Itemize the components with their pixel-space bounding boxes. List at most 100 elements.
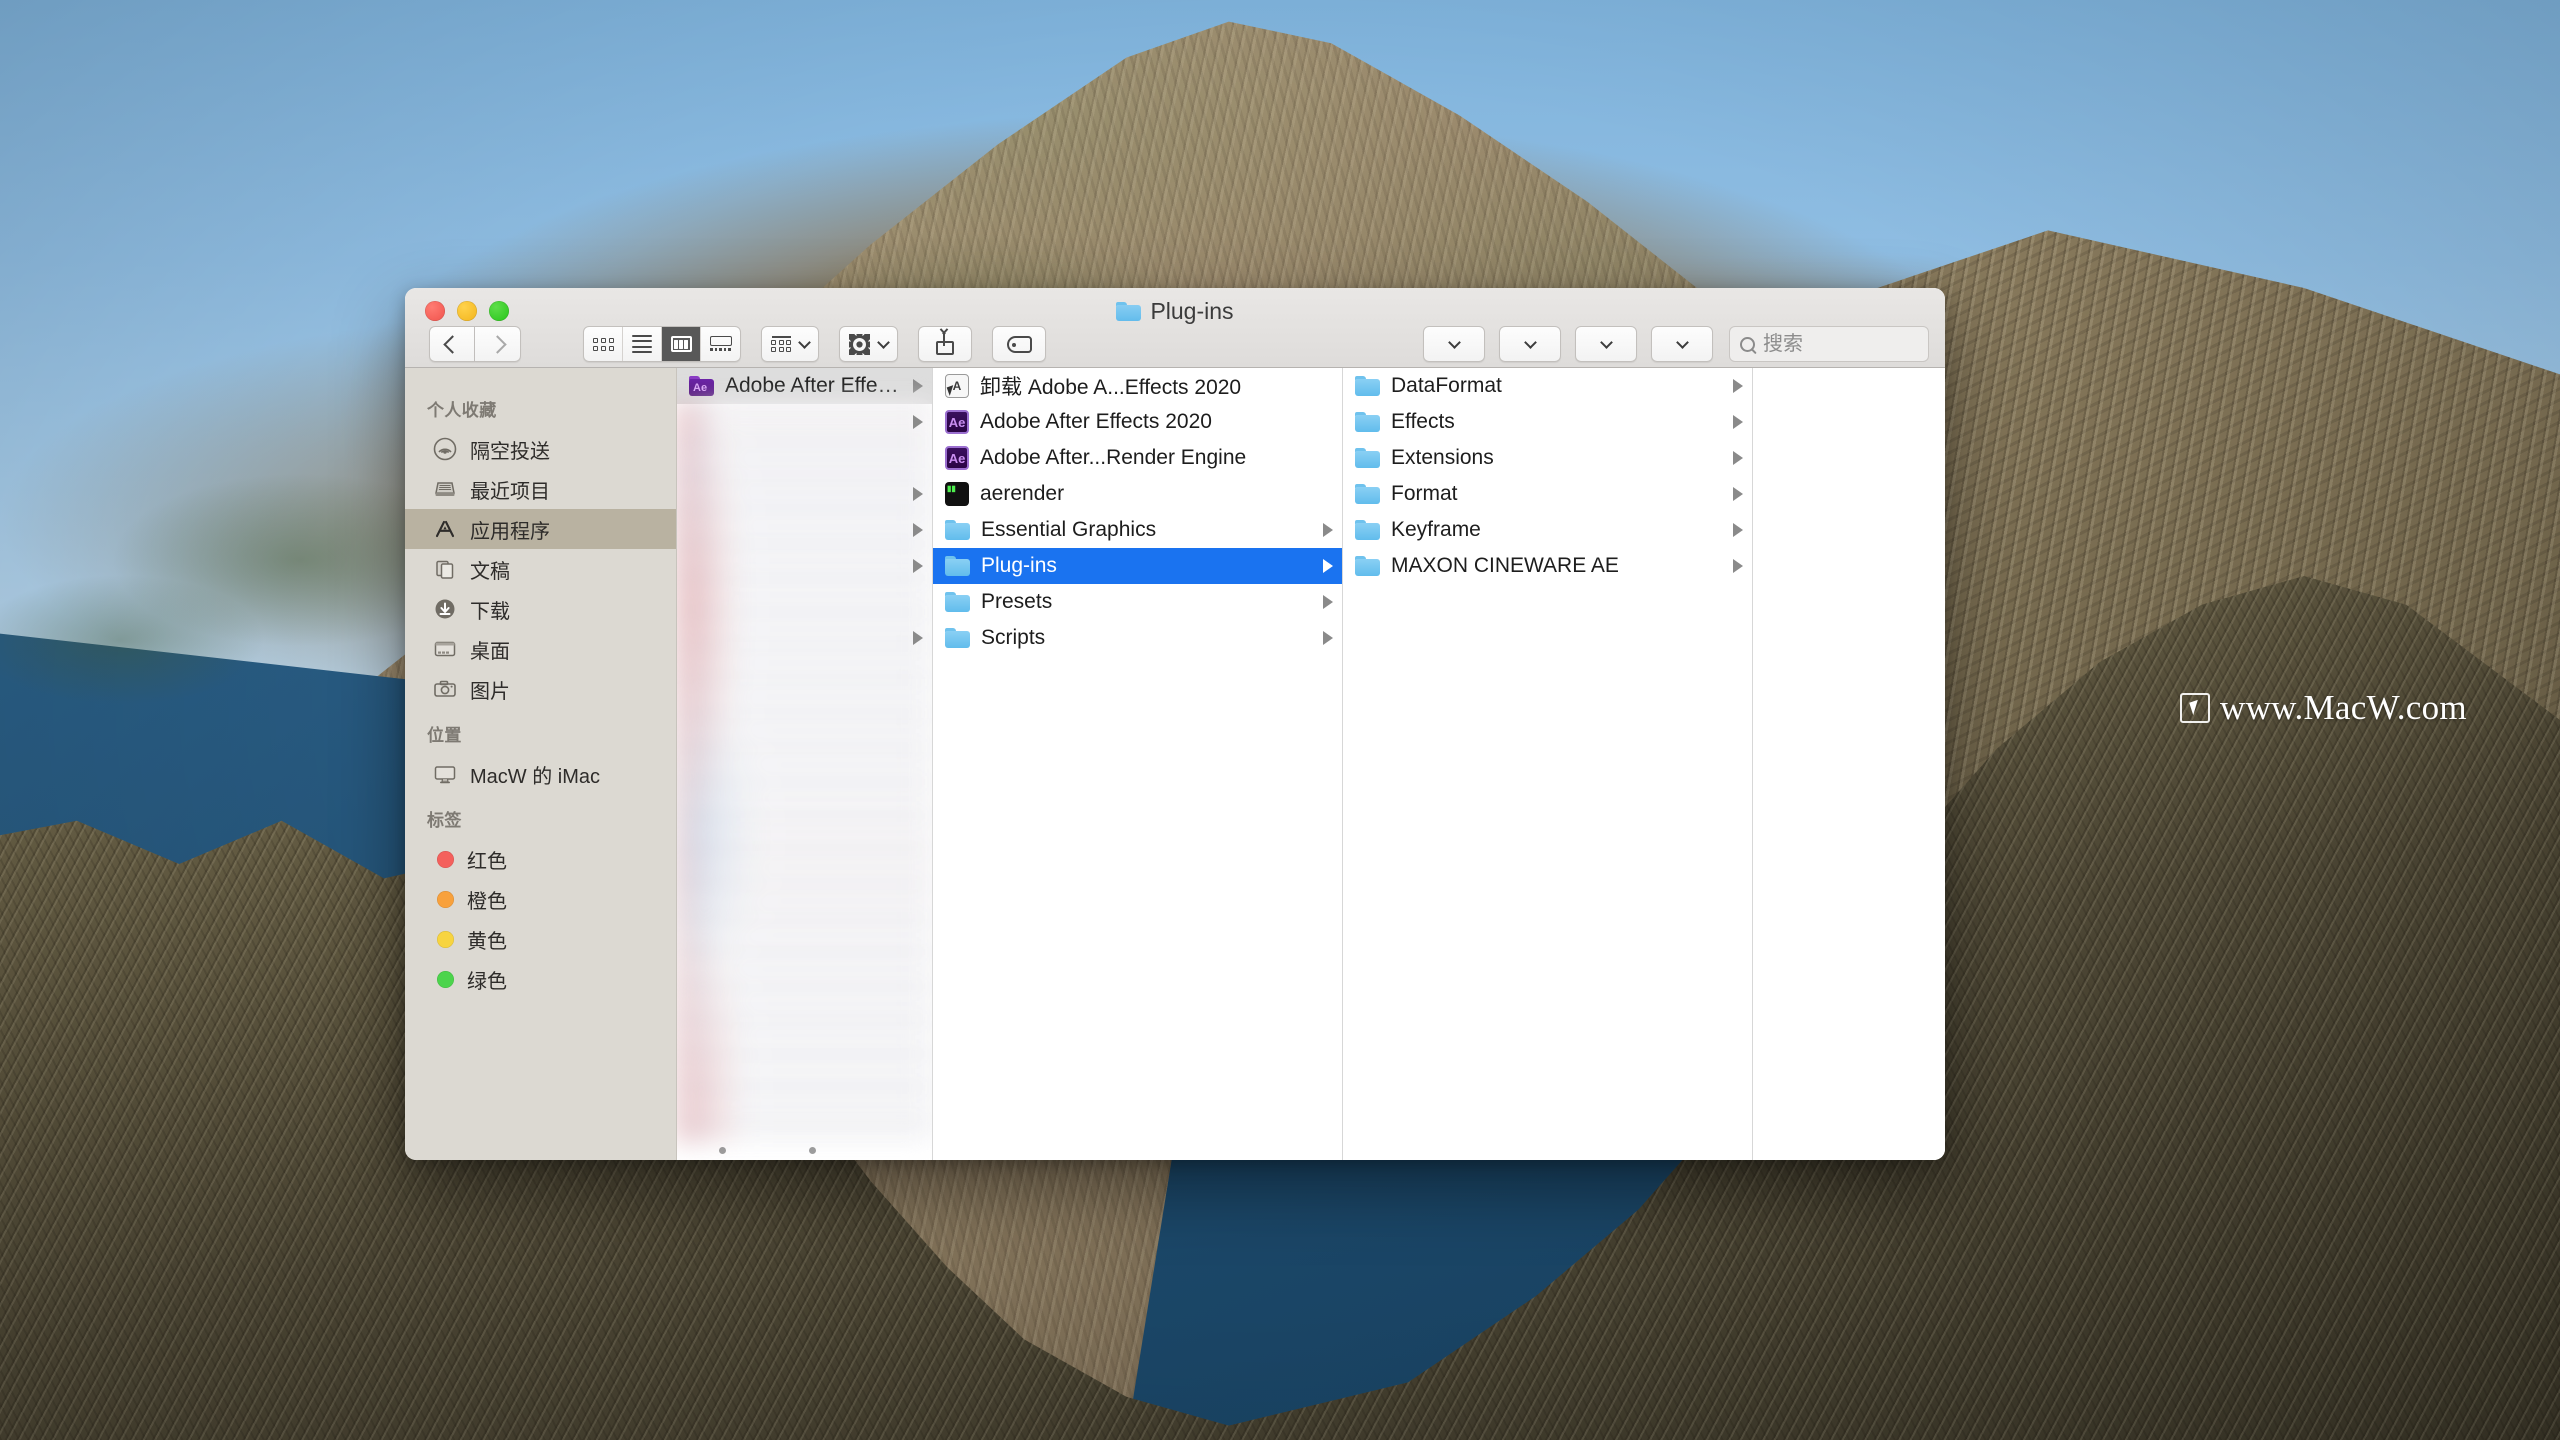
navigation-buttons[interactable] [429, 326, 521, 362]
item-label: DataFormat [1391, 374, 1502, 397]
ae-app-icon: Ae [945, 446, 969, 470]
window-title-text: Plug-ins [1150, 298, 1234, 324]
chevron-right-icon [488, 334, 507, 354]
applications-icon [433, 517, 457, 541]
uninstaller-icon: A [945, 374, 969, 398]
share-button[interactable] [918, 326, 972, 362]
window-body: 个人收藏 隔空投送 最近项目 应用程序 文稿 下载 桌面 图片 位置 MacW … [405, 368, 1945, 1160]
list-item[interactable]: A 卸载 Adobe A...Effects 2020 [933, 368, 1342, 404]
tags-button[interactable] [992, 326, 1046, 362]
toolbar-dropdown-4[interactable] [1651, 326, 1713, 362]
chevron-down-icon [1599, 335, 1613, 349]
folder-icon [1116, 302, 1142, 321]
finder-window[interactable]: Plug-ins 搜索 个人收藏 隔空投送 最近项目 应用程序 文稿 下载 桌面… [405, 288, 1945, 1160]
search-input[interactable] [1763, 332, 1918, 356]
item-label: Effects [1391, 410, 1455, 433]
column-applications[interactable]: Ae Adobe After Effects 2020 [677, 368, 933, 1160]
disclosure-triangle-icon [913, 379, 923, 393]
sidebar-item-recents[interactable]: 最近项目 [405, 469, 676, 509]
arrange-button[interactable] [761, 326, 819, 362]
disclosure-triangle-icon [1733, 451, 1743, 465]
grid-icon [592, 337, 614, 351]
toolbar-dropdown-2[interactable] [1499, 326, 1561, 362]
column-empty[interactable] [1753, 368, 1945, 1160]
chevron-down-icon [798, 335, 811, 349]
sidebar-item-label: 下载 [470, 600, 510, 623]
close-button[interactable] [425, 301, 445, 321]
list-item[interactable]: Presets [933, 584, 1342, 620]
sidebar-item-label: MacW 的 iMac [470, 765, 600, 788]
disclosure-triangle-icon [1323, 631, 1333, 645]
zoom-button[interactable] [489, 301, 509, 321]
disclosure-triangle-icon [913, 415, 923, 429]
list-item[interactable]: Effects [1343, 404, 1752, 440]
item-label: MAXON CINEWARE AE [1391, 554, 1619, 577]
sidebar-item-tag-yellow[interactable]: 黄色 [405, 919, 676, 959]
item-label: aerender [980, 482, 1065, 505]
chevron-down-icon [877, 335, 890, 349]
item-label: Plug-ins [981, 554, 1057, 577]
columns-icon [670, 336, 692, 352]
sidebar-item-tag-orange[interactable]: 橙色 [405, 879, 676, 919]
list-item[interactable]: Scripts [933, 620, 1342, 656]
item-label: Keyframe [1391, 518, 1481, 541]
list-item[interactable]: MAXON CINEWARE AE [1343, 548, 1752, 584]
sidebar-item-label: 橙色 [467, 890, 507, 913]
watermark-text: www.MacW.com [2220, 688, 2467, 727]
view-mode-switcher[interactable] [583, 326, 741, 362]
disclosure-triangle-icon [913, 487, 923, 501]
sidebar-item-tag-red[interactable]: 红色 [405, 839, 676, 879]
sidebar-item-label: 红色 [467, 850, 507, 873]
traffic-light-buttons[interactable] [425, 301, 509, 321]
sidebar-item-label: 隔空投送 [470, 440, 550, 463]
gallery-view-button[interactable] [701, 327, 740, 361]
folder-icon [945, 628, 970, 648]
sidebar-item-downloads[interactable]: 下载 [405, 589, 676, 629]
column-after-effects-contents[interactable]: A 卸载 Adobe A...Effects 2020 Ae Adobe Aft… [933, 368, 1343, 1160]
sidebar-item-desktop[interactable]: 桌面 [405, 629, 676, 669]
sidebar-item-label: 最近项目 [470, 480, 550, 503]
sidebar-item-imac[interactable]: MacW 的 iMac [405, 754, 676, 794]
sidebar-item-documents[interactable]: 文稿 [405, 549, 676, 589]
column-view-button[interactable] [662, 327, 701, 361]
toolbar-dropdown-3[interactable] [1575, 326, 1637, 362]
list-item[interactable]: ▮▮ aerender [933, 476, 1342, 512]
list-item[interactable]: Format [1343, 476, 1752, 512]
folder-icon [1355, 520, 1380, 540]
icon-view-button[interactable] [584, 327, 623, 361]
sidebar-item-label: 黄色 [467, 930, 507, 953]
list-item[interactable]: Ae Adobe After Effects 2020 [677, 368, 932, 404]
pictures-icon [433, 677, 457, 701]
disclosure-triangle-icon [913, 559, 923, 573]
sidebar-section-header: 位置 [427, 726, 462, 745]
list-item[interactable]: Essential Graphics [933, 512, 1342, 548]
disclosure-triangle-icon [913, 631, 923, 645]
list-item[interactable]: Ae Adobe After Effects 2020 [933, 404, 1342, 440]
list-view-button[interactable] [623, 327, 662, 361]
action-menu-button[interactable] [839, 326, 898, 362]
forward-button[interactable] [475, 326, 521, 362]
list-item[interactable]: Extensions [1343, 440, 1752, 476]
sidebar-item-label: 文稿 [470, 560, 510, 583]
search-field[interactable] [1729, 326, 1929, 362]
sidebar-item-tag-green[interactable]: 绿色 [405, 959, 676, 999]
item-label: Format [1391, 482, 1458, 505]
sidebar-item-airdrop[interactable]: 隔空投送 [405, 429, 676, 469]
column-plugins-contents[interactable]: DataFormat Effects Extensions Format Key… [1343, 368, 1753, 1160]
sidebar[interactable]: 个人收藏 隔空投送 最近项目 应用程序 文稿 下载 桌面 图片 位置 MacW … [405, 368, 677, 1160]
list-item[interactable]: Ae Adobe After...Render Engine [933, 440, 1342, 476]
desktop-icon [433, 637, 457, 661]
sidebar-section-header: 标签 [427, 811, 462, 830]
disclosure-triangle-icon [913, 523, 923, 537]
toolbar-dropdown-1[interactable] [1423, 326, 1485, 362]
back-button[interactable] [429, 326, 475, 362]
list-item[interactable]: Plug-ins [933, 548, 1342, 584]
sidebar-item-pictures[interactable]: 图片 [405, 669, 676, 709]
list-item[interactable]: DataFormat [1343, 368, 1752, 404]
minimize-button[interactable] [457, 301, 477, 321]
list-item[interactable]: Keyframe [1343, 512, 1752, 548]
ae-folder-icon: Ae [689, 376, 714, 396]
sidebar-item-applications[interactable]: 应用程序 [405, 509, 676, 549]
desktop: www.MacW.com Plug-ins 搜索 个人收藏 隔空投送 最近项目 … [0, 0, 2560, 1440]
chevron-left-icon [442, 334, 462, 354]
